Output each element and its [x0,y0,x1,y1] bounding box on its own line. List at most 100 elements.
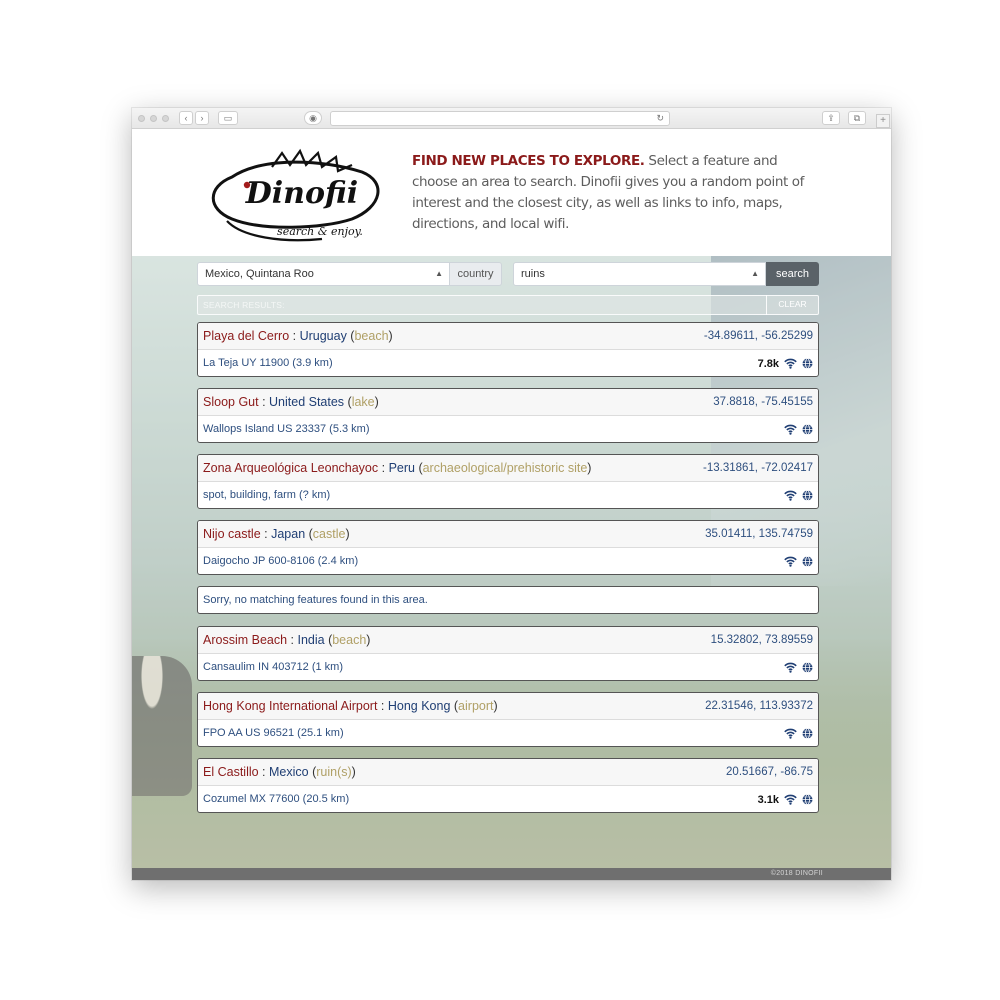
title-separator: : [287,633,298,647]
place-name-link[interactable]: Nijo castle [203,527,261,541]
place-name-link[interactable]: El Castillo [203,765,259,779]
wifi-icon[interactable] [784,358,797,369]
feature-type-link[interactable]: beach [332,633,366,647]
coordinates-link[interactable]: 35.01411, 135.74759 [705,521,813,548]
closest-city-link[interactable]: Cozumel MX 77600 (20.5 km) [203,786,349,812]
wifi-icon[interactable] [784,728,797,739]
title-separator: : [289,329,300,343]
result-card: Sloop Gut : United States (lake) 37.8818… [197,388,819,443]
wifi-icon[interactable] [784,794,797,805]
result-title: Nijo castle : Japan (castle) [203,521,350,548]
area-type-addon: country [450,262,502,286]
result-card: Arossim Beach : India (beach) 15.32802, … [197,626,819,681]
search-button[interactable]: search [766,262,819,286]
minimize-window-dot[interactable] [150,115,157,122]
globe-icon[interactable] [802,728,813,739]
feature-type-link[interactable]: archaeological/prehistoric site [423,461,588,475]
paren-close: ) [374,395,379,409]
place-name-link[interactable]: Sloop Gut [203,395,259,409]
paren-open: ( [344,395,352,409]
result-title: El Castillo : Mexico (ruin(s)) [203,759,356,786]
browser-toolbar: ‹ › ▭ ◉ ↻ ⇪ ⧉ + [132,108,891,129]
tabs-icon[interactable]: ⧉ [848,111,866,125]
country-link[interactable]: Uruguay [300,329,347,343]
result-card: Zona Arqueológica Leonchayoc : Peru (arc… [197,454,819,509]
wifi-icon[interactable] [784,424,797,435]
result-title: Playa del Cerro : Uruguay (beach) [203,323,393,350]
place-name-link[interactable]: Hong Kong International Airport [203,699,377,713]
main-area: Mexico, Quintana Roo ▲ country ruins ▲ s… [132,256,891,868]
coordinates-link[interactable]: -34.89611, -56.25299 [704,323,813,350]
paren-close: ) [587,461,592,475]
area-select[interactable]: Mexico, Quintana Roo ▲ [197,262,450,286]
coordinates-link[interactable]: 20.51667, -86.75 [726,759,813,786]
globe-icon[interactable] [802,424,813,435]
title-separator: : [377,699,388,713]
logo-subtitle: search & enjoy. [277,225,363,238]
coordinates-link[interactable]: 22.31546, 113.93372 [705,693,813,720]
feature-type-link[interactable]: airport [458,699,493,713]
result-actions [779,654,813,680]
address-bar[interactable]: ↻ [330,111,670,126]
extension-icon[interactable]: ◉ [304,111,322,125]
result-actions [779,482,813,508]
share-icon[interactable]: ⇪ [822,111,840,125]
globe-icon[interactable] [802,358,813,369]
coordinates-link[interactable]: -13.31861, -72.02417 [703,455,813,482]
sidebar-icon[interactable]: ▭ [218,111,238,125]
closest-city-link[interactable]: FPO AA US 96521 (25.1 km) [203,720,344,746]
closest-city-link[interactable]: Wallops Island US 23337 (5.3 km) [203,416,370,442]
result-card-header: Nijo castle : Japan (castle) 35.01411, 1… [198,521,818,548]
result-title: Zona Arqueológica Leonchayoc : Peru (arc… [203,455,591,482]
forward-icon[interactable]: › [195,111,209,125]
globe-icon[interactable] [802,490,813,501]
country-link[interactable]: Japan [271,527,305,541]
globe-icon[interactable] [802,662,813,673]
feature-select[interactable]: ruins ▲ [513,262,766,286]
select-arrows-icon: ▲ [435,269,443,278]
result-card: Playa del Cerro : Uruguay (beach) -34.89… [197,322,819,377]
closest-city-link[interactable]: spot, building, farm (? km) [203,482,330,508]
feature-type-link[interactable]: beach [354,329,388,343]
close-window-dot[interactable] [138,115,145,122]
place-name-link[interactable]: Arossim Beach [203,633,287,647]
wifi-icon[interactable] [784,662,797,673]
new-tab-icon[interactable]: + [876,114,890,128]
paren-open: ( [414,461,423,475]
tagline: FIND NEW PLACES TO EXPLORE. Select a fea… [412,151,812,235]
paren-open: ( [450,699,459,713]
result-title: Arossim Beach : India (beach) [203,627,370,654]
dinofii-logo[interactable]: Dinofii search & enjoy. [202,147,392,247]
country-link[interactable]: United States [269,395,344,409]
result-card-header: Hong Kong International Airport : Hong K… [198,693,818,720]
globe-icon[interactable] [802,556,813,567]
country-link[interactable]: India [297,633,324,647]
feature-type-link[interactable]: castle [313,527,346,541]
population-count: 7.8k [757,357,779,370]
closest-city-link[interactable]: Daigocho JP 600-8106 (2.4 km) [203,548,358,574]
feature-type-link[interactable]: lake [352,395,375,409]
wifi-icon[interactable] [784,490,797,501]
country-link[interactable]: Mexico [269,765,309,779]
zoom-window-dot[interactable] [162,115,169,122]
closest-city-link[interactable]: Cansaulim IN 403712 (1 km) [203,654,343,680]
place-name-link[interactable]: Playa del Cerro [203,329,289,343]
globe-icon[interactable] [802,794,813,805]
closest-city-link[interactable]: La Teja UY 11900 (3.9 km) [203,350,333,376]
result-card: El Castillo : Mexico (ruin(s)) 20.51667,… [197,758,819,813]
coordinates-link[interactable]: 15.32802, 73.89559 [711,627,813,654]
place-name-link[interactable]: Zona Arqueológica Leonchayoc [203,461,378,475]
title-separator: : [260,527,272,541]
result-card: Nijo castle : Japan (castle) 35.01411, 1… [197,520,819,575]
wifi-icon[interactable] [784,556,797,567]
site-header: Dinofii search & enjoy. FIND NEW PLACES … [132,129,891,256]
feature-type-link[interactable]: ruin(s) [316,765,351,779]
country-link[interactable]: Peru [389,461,415,475]
reload-icon[interactable]: ↻ [656,113,664,124]
back-icon[interactable]: ‹ [179,111,193,125]
no-results-notice: Sorry, no matching features found in thi… [197,586,819,614]
country-link[interactable]: Hong Kong [388,699,451,713]
coordinates-link[interactable]: 37.8818, -75.45155 [713,389,813,416]
clear-button[interactable]: CLEAR [766,295,818,315]
results-bar: SEARCH RESULTS: CLEAR [197,295,819,315]
